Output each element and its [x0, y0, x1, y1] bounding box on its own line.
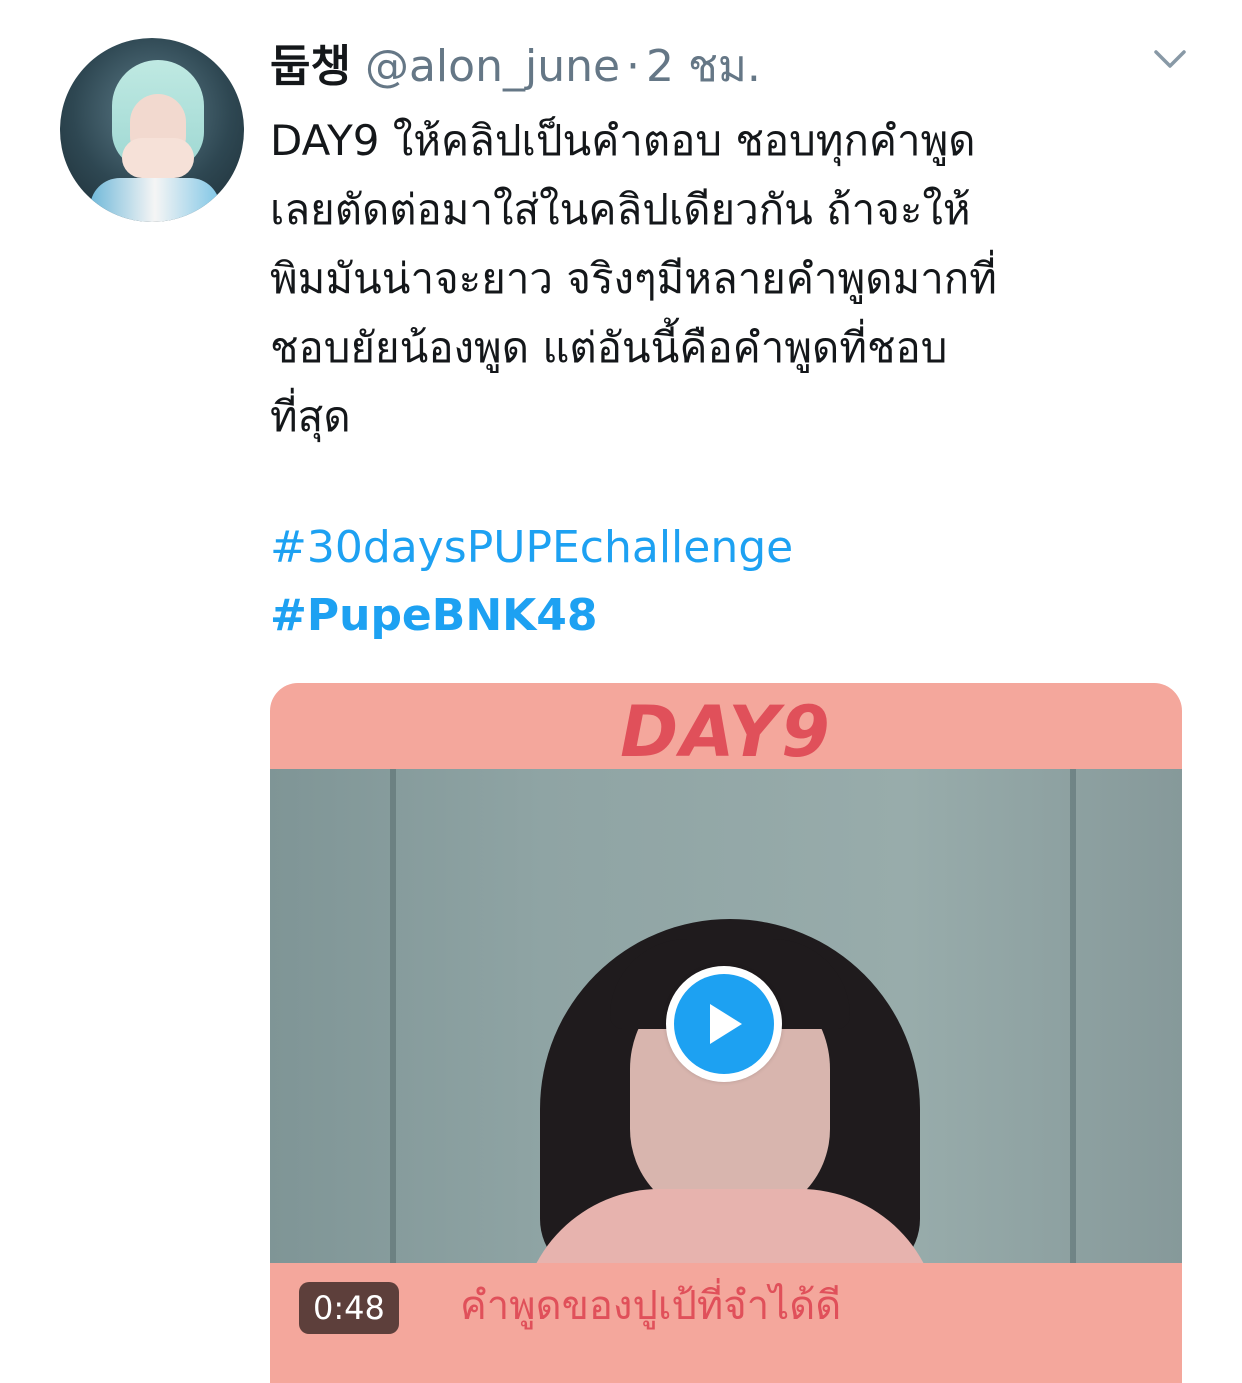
background-panel — [390, 769, 396, 1269]
video-caption-text: คำพูดของปูเป้ที่จำได้ดี — [460, 1283, 842, 1329]
play-button[interactable] — [666, 966, 782, 1082]
avatar-hands — [122, 138, 194, 178]
play-icon — [674, 974, 774, 1074]
chevron-down-icon[interactable] — [1150, 44, 1190, 76]
avatar[interactable] — [60, 38, 244, 222]
user-handle[interactable]: @alon_june — [365, 41, 620, 92]
video-duration-badge: 0:48 — [299, 1282, 399, 1334]
hashtag-link[interactable]: #PupeBNK48 — [270, 590, 597, 641]
separator-dot: · — [626, 41, 641, 92]
tweet-text-line: เลยตัดต่อมาใส่ในคลิปเดียวกัน ถ้าจะให้ — [270, 185, 971, 234]
tweet-text-line: พิมมันน่าจะยาว จริงๆมีหลายคำพูดมากที่ — [270, 254, 997, 303]
video-caption-strip: คำพูดของปูเป้ที่จำได้ดี — [270, 1263, 1182, 1383]
video-banner-text: DAY9 — [620, 691, 832, 773]
tweet-header: 둡챙 @alon_june · 2 ชม. — [270, 30, 761, 94]
display-name[interactable]: 둡챙 — [270, 30, 351, 94]
tweet-text-line: ที่สุด — [270, 392, 351, 441]
hashtag-link[interactable]: #30daysPUPEchallenge — [270, 522, 793, 573]
tweet-text: DAY9 ให้คลิปเป็นคำตอบ ชอบทุกคำพูด เลยตัด… — [270, 106, 1200, 451]
background-panel — [1070, 769, 1076, 1269]
timestamp[interactable]: 2 ชม. — [646, 31, 761, 101]
tweet-text-line: ชอบยัยน้องพูด แต่อันนี้คือคำพูดที่ชอบ — [270, 323, 948, 372]
tweet-text-line: DAY9 ให้คลิปเป็นคำตอบ ชอบทุกคำพูด — [270, 116, 976, 165]
avatar-shirt — [90, 178, 220, 222]
